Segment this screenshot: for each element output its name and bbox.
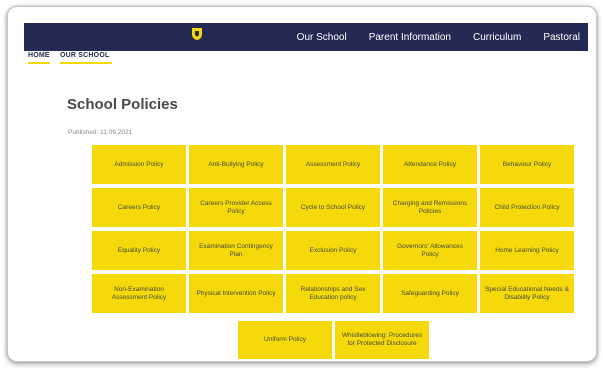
nav-curriculum[interactable]: Curriculum — [473, 32, 521, 43]
breadcrumb: HOME OUR SCHOOL — [28, 52, 112, 66]
policy-tile-charging-remissions[interactable]: Charging and Remissions Policies — [383, 188, 477, 227]
policy-tile-send[interactable]: Special Educational Needs & Disability P… — [480, 274, 574, 313]
policy-tile-equality[interactable]: Equality Policy — [92, 231, 186, 270]
browser-frame: Our School Parent Information Curriculum… — [7, 6, 597, 362]
school-crest-icon[interactable] — [191, 27, 203, 41]
policy-tile-uniform[interactable]: Uniform Policy — [238, 321, 332, 359]
policy-tile-relationships-sex-education[interactable]: Relationships and Sex Education policy — [286, 274, 380, 313]
policy-tile-careers-provider-access[interactable]: Careers Provider Access Policy — [189, 188, 283, 227]
policy-tile-non-examination-assessment[interactable]: Non-Examination Assessment Policy — [92, 274, 186, 313]
policy-tile-exclusion[interactable]: Exclusion Policy — [286, 231, 380, 270]
policy-tile-child-protection[interactable]: Child Protection Policy — [480, 188, 574, 227]
policy-grid: Admission Policy Anti-Bullying Policy As… — [92, 145, 577, 313]
policy-tile-cycle-to-school[interactable]: Cycle to School Policy — [286, 188, 380, 227]
policy-tile-whistleblowing[interactable]: Whistleblowing: Procedures for Protected… — [335, 321, 429, 359]
policy-tile-governors-allowances[interactable]: Governors' Allowances Policy — [383, 231, 477, 270]
policy-tile-admission[interactable]: Admission Policy — [92, 145, 186, 184]
page-title: School Policies — [67, 96, 178, 113]
policy-tile-examination-contingency[interactable]: Examination Contingency Plan — [189, 231, 283, 270]
policy-tile-behaviour[interactable]: Behaviour Policy — [480, 145, 574, 184]
policy-tile-attendance[interactable]: Attendance Policy — [383, 145, 477, 184]
breadcrumb-our-school[interactable]: OUR SCHOOL — [60, 52, 112, 64]
nav-pastoral[interactable]: Pastoral — [543, 32, 580, 43]
policy-tile-assessment[interactable]: Assessment Policy — [286, 145, 380, 184]
policy-grid-last-row: Uniform Policy Whistleblowing: Procedure… — [238, 321, 429, 359]
policy-tile-safeguarding[interactable]: Safeguarding Policy — [383, 274, 477, 313]
policy-tile-physical-intervention[interactable]: Physical Intervention Policy — [189, 274, 283, 313]
top-navigation-bar: Our School Parent Information Curriculum… — [24, 23, 588, 51]
published-date: Published: 11.09.2021 — [68, 129, 133, 136]
main-menu: Our School Parent Information Curriculum… — [297, 23, 580, 51]
policy-tile-careers[interactable]: Careers Policy — [92, 188, 186, 227]
nav-our-school[interactable]: Our School — [297, 32, 347, 43]
policy-tile-anti-bullying[interactable]: Anti-Bullying Policy — [189, 145, 283, 184]
policy-tile-home-learning[interactable]: Home Learning Policy — [480, 231, 574, 270]
breadcrumb-home[interactable]: HOME — [28, 52, 50, 64]
nav-parent-information[interactable]: Parent Information — [369, 32, 451, 43]
